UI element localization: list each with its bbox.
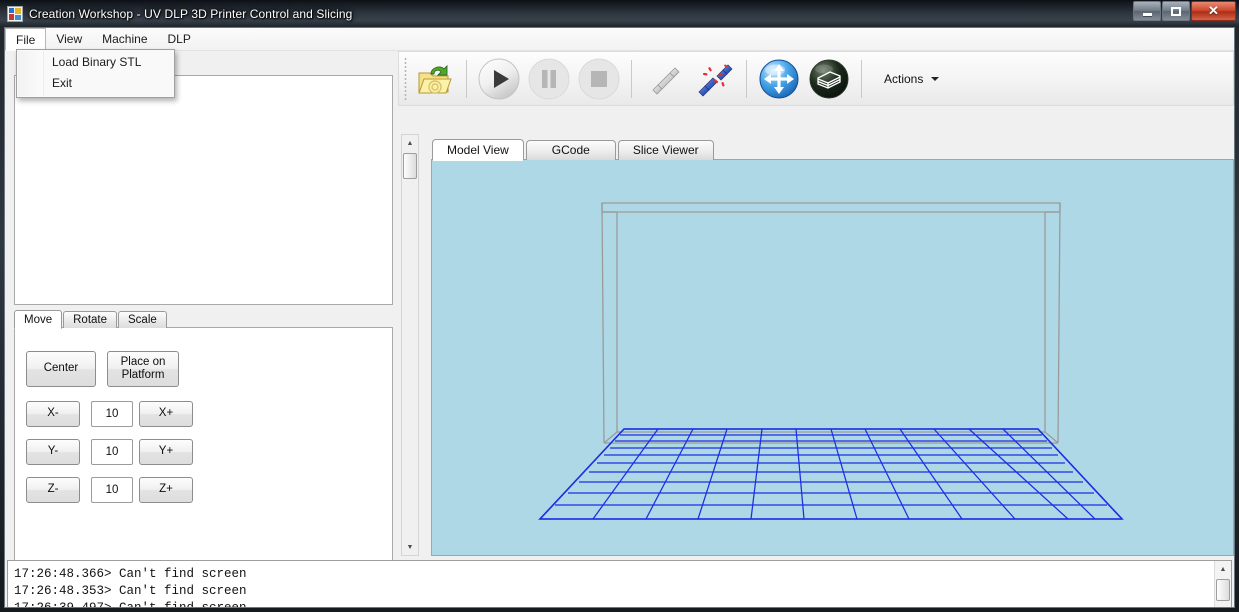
z-plus-label: Z+	[159, 483, 173, 496]
move-sphere-icon	[759, 59, 799, 98]
pause-icon	[528, 58, 570, 99]
tab-gcode-label: GCode	[551, 143, 590, 157]
main-toolbar: Actions	[398, 51, 1234, 106]
move-panel: Center Place on Platform X- 10 X+ Y- 10 …	[14, 327, 393, 580]
tab-model-view[interactable]: Model View	[432, 139, 524, 161]
open-folder-icon	[418, 64, 452, 94]
toolbar-separator	[466, 59, 467, 98]
play-icon	[478, 58, 520, 99]
model-viewport[interactable]	[431, 159, 1234, 556]
center-button-label: Center	[43, 362, 79, 375]
connect-plug-icon	[652, 66, 680, 95]
disconnect-plug-icon	[698, 64, 733, 96]
title-bar: Creation Workshop - UV DLP 3D Printer Co…	[0, 0, 1239, 27]
x-step-input[interactable]: 10	[91, 401, 133, 427]
console-log-text: 17:26:48.366> Can't find screen 17:26:48…	[14, 567, 247, 608]
menu-machine-label: Machine	[102, 32, 148, 46]
tab-model-view-label: Model View	[447, 143, 509, 157]
y-minus-label: Y-	[47, 445, 59, 458]
model-list-box[interactable]	[14, 75, 393, 305]
toolbar-separator	[861, 59, 862, 98]
menu-view-label: View	[56, 32, 83, 46]
toolbar-separator	[746, 59, 747, 98]
right-panel: Actions Model View GCode Slice Viewer	[395, 51, 1234, 556]
chevron-down-icon	[931, 76, 940, 81]
window-title: Creation Workshop - UV DLP 3D Printer Co…	[29, 6, 353, 21]
slice-layers-sphere-icon	[809, 59, 849, 98]
pause-button[interactable]	[525, 55, 573, 103]
center-button[interactable]: Center	[26, 351, 96, 387]
menu-item-exit[interactable]: Exit	[17, 73, 174, 94]
tab-slice-viewer[interactable]: Slice Viewer	[617, 140, 714, 160]
play-button[interactable]	[475, 55, 523, 103]
window-controls: ✕	[1132, 1, 1236, 22]
menu-bar: File View Machine DLP	[5, 28, 1234, 51]
application-window: Creation Workshop - UV DLP 3D Printer Co…	[0, 0, 1239, 612]
build-volume-render	[432, 160, 1233, 555]
disconnect-button[interactable]	[690, 55, 738, 103]
menu-view[interactable]: View	[46, 28, 92, 50]
z-minus-button[interactable]: Z-	[26, 477, 80, 503]
place-on-platform-button[interactable]: Place on Platform	[107, 351, 179, 387]
console-scrollbar[interactable]: ▲ ▼	[1214, 561, 1231, 607]
tab-move[interactable]: Move	[14, 310, 63, 329]
left-panel: Move Rotate Scale Center Place on Platfo…	[7, 52, 395, 580]
menu-file-label: File	[16, 32, 36, 47]
y-plus-label: Y+	[158, 445, 174, 458]
transform-tab-strip: Move Rotate Scale	[14, 310, 393, 329]
place-on-platform-button-label: Place on Platform	[120, 355, 166, 381]
menu-item-exit-label: Exit	[52, 76, 73, 90]
y-plus-button[interactable]: Y+	[139, 439, 193, 465]
x-minus-label: X-	[47, 407, 59, 420]
tab-rotate-label: Rotate	[73, 314, 108, 326]
menu-dlp-label: DLP	[167, 32, 191, 46]
menu-file[interactable]: File	[5, 28, 47, 51]
menu-machine[interactable]: Machine	[92, 28, 157, 50]
console-log-panel[interactable]: 17:26:48.366> Can't find screen 17:26:48…	[7, 560, 1232, 608]
view-tab-strip: Model View GCode Slice Viewer	[432, 138, 716, 161]
x-plus-button[interactable]: X+	[139, 401, 193, 427]
toolbar-separator	[631, 59, 632, 98]
z-plus-button[interactable]: Z+	[139, 477, 193, 503]
menu-item-load-binary-stl[interactable]: Load Binary STL	[17, 52, 174, 73]
menu-dlp[interactable]: DLP	[158, 28, 201, 50]
close-button[interactable]: ✕	[1191, 1, 1236, 21]
toolbar-grip-handle[interactable]	[401, 55, 409, 102]
slice-button[interactable]	[805, 55, 853, 103]
x-plus-label: X+	[158, 407, 174, 420]
viewport-background	[432, 160, 1233, 555]
file-dropdown-menu: Load Binary STL Exit	[16, 49, 175, 98]
tab-scale-label: Scale	[128, 314, 157, 326]
menu-item-load-binary-stl-label: Load Binary STL	[52, 55, 142, 69]
tab-rotate[interactable]: Rotate	[63, 311, 118, 328]
stop-icon	[578, 58, 620, 99]
close-icon: ✕	[1208, 3, 1219, 18]
stop-button[interactable]	[575, 55, 623, 103]
y-minus-button[interactable]: Y-	[26, 439, 80, 465]
connect-button[interactable]	[640, 55, 688, 103]
tab-slice-viewer-label: Slice Viewer	[632, 143, 699, 157]
manual-control-button[interactable]	[755, 55, 803, 103]
z-minus-label: Z-	[47, 483, 59, 496]
app-logo-icon	[7, 5, 23, 22]
console-scroll-up-icon[interactable]: ▲	[1215, 561, 1231, 577]
x-minus-button[interactable]: X-	[26, 401, 80, 427]
maximize-button[interactable]	[1162, 1, 1190, 21]
load-file-button[interactable]	[410, 55, 458, 103]
tab-gcode[interactable]: GCode	[525, 140, 616, 160]
tab-move-label: Move	[24, 314, 53, 326]
y-step-input[interactable]: 10	[91, 439, 133, 465]
client-area: File View Machine DLP Load Binary STL Ex…	[4, 27, 1235, 608]
minimize-button[interactable]	[1133, 1, 1161, 21]
actions-dropdown-button[interactable]: Actions	[875, 62, 948, 96]
z-step-input[interactable]: 10	[91, 477, 133, 503]
actions-label: Actions	[884, 71, 924, 86]
console-scrollbar-thumb[interactable]	[1216, 579, 1230, 601]
tab-scale[interactable]: Scale	[118, 311, 167, 328]
